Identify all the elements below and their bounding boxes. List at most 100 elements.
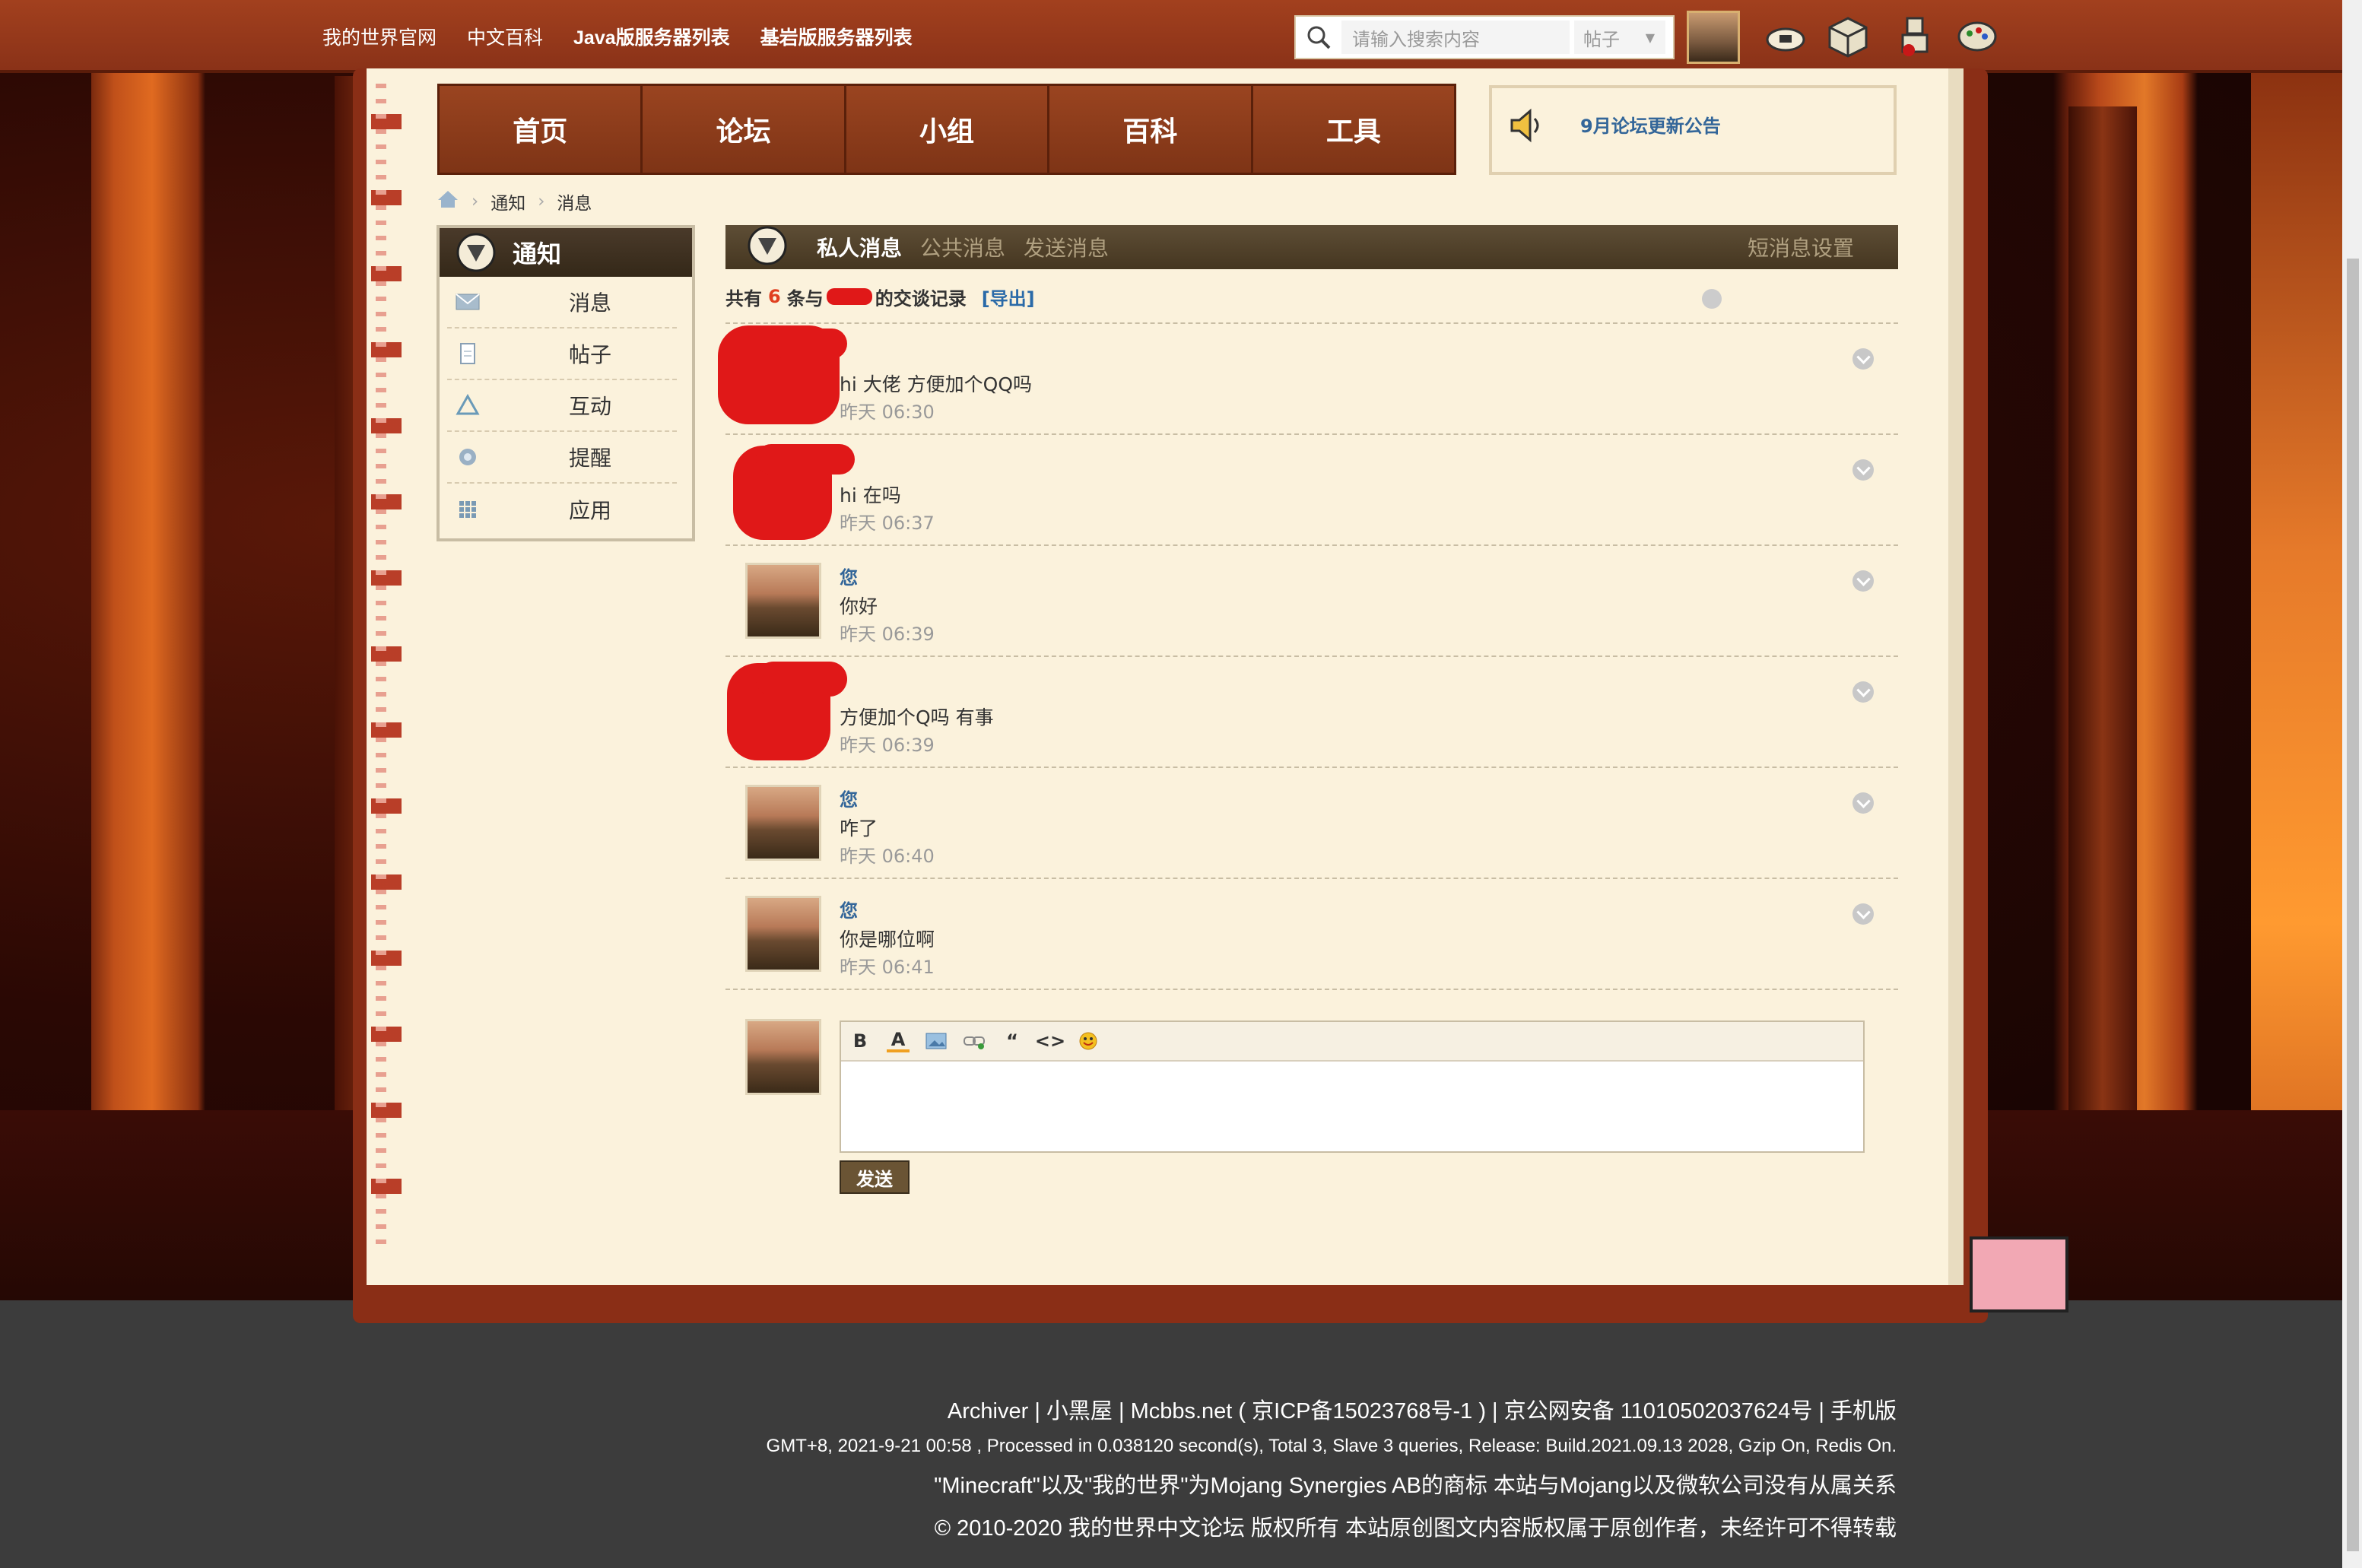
- message-sender[interactable]: 您: [840, 563, 858, 589]
- font-color-icon[interactable]: A: [887, 1029, 910, 1052]
- tab-send-message[interactable]: 发送消息: [1024, 232, 1109, 262]
- link-wiki[interactable]: 中文百科: [467, 23, 543, 50]
- avatar[interactable]: [745, 785, 821, 861]
- sidebar-item-label: 帖子: [569, 342, 612, 367]
- footer-links[interactable]: Archiver | 小黑屋 | Mcbbs.net ( 京ICP备150237…: [767, 1393, 1897, 1425]
- tab-private-messages[interactable]: 私人消息: [817, 232, 902, 262]
- gear-icon: [455, 446, 481, 468]
- sidebar-item-interactions[interactable]: 互动: [447, 380, 677, 432]
- user-profile-icon[interactable]: [1892, 14, 1938, 59]
- message-text: 咋了: [840, 817, 878, 840]
- message-menu-icon[interactable]: [1852, 681, 1874, 703]
- message-text: 方便加个Q吗 有事: [840, 706, 994, 728]
- scrollbar-thumb[interactable]: [2347, 259, 2359, 1551]
- link-java-servers[interactable]: Java版服务器列表: [573, 23, 730, 50]
- export-link[interactable]: [导出]: [982, 284, 1035, 310]
- nav-tab-groups[interactable]: 小组: [846, 86, 1050, 173]
- message-settings-link[interactable]: 短消息设置: [1748, 232, 1854, 262]
- message-time: 昨天 06:39: [840, 735, 935, 756]
- announcement-link[interactable]: 9月论坛更新公告: [1580, 111, 1721, 138]
- breadcrumb-separator: ›: [538, 192, 545, 211]
- summary-mid: 条与: [786, 287, 824, 309]
- crafting-table-icon[interactable]: [1825, 14, 1871, 59]
- sidebar-item-apps[interactable]: 应用: [447, 484, 677, 535]
- reply-editor: B A “ <>: [840, 1020, 1865, 1153]
- grid-icon: [455, 498, 481, 521]
- link-icon[interactable]: [963, 1030, 986, 1052]
- sidebar-item-label: 互动: [569, 394, 612, 419]
- redaction-mark: [756, 444, 855, 475]
- pig-sprite: [1970, 1236, 2068, 1312]
- divider: [725, 989, 1898, 990]
- nav-tab-tools[interactable]: 工具: [1252, 86, 1455, 173]
- speaker-icon: [1507, 106, 1545, 144]
- message-menu-icon[interactable]: [1852, 792, 1874, 814]
- sidebar-item-messages[interactable]: 消息: [447, 277, 677, 329]
- notification-logo-icon: [741, 221, 794, 267]
- breadcrumb-separator: ›: [471, 192, 479, 211]
- message-menu-icon[interactable]: [1852, 570, 1874, 592]
- message-textarea[interactable]: [841, 1062, 1863, 1151]
- message-item: hi 在吗 昨天 06:37: [725, 433, 1898, 544]
- message-text: 你好: [840, 595, 878, 617]
- message-sender[interactable]: 您: [840, 785, 858, 811]
- nav-tab-forum[interactable]: 论坛: [643, 86, 846, 173]
- search-icon[interactable]: [1296, 17, 1341, 58]
- footer-text: Archiver | 小黑屋 | Mcbbs.net ( 京ICP备150237…: [767, 1393, 1897, 1553]
- search-type-select[interactable]: 帖子 ▼: [1574, 21, 1665, 54]
- message-text: 你是哪位啊: [840, 928, 935, 951]
- message-menu-icon[interactable]: [1852, 903, 1874, 925]
- scrollbar[interactable]: [2342, 0, 2362, 1568]
- nav-tab-wiki[interactable]: 百科: [1049, 86, 1253, 173]
- message-tabs-bar: 私人消息 公共消息 发送消息 短消息设置: [725, 225, 1898, 269]
- bold-icon[interactable]: B: [849, 1030, 871, 1052]
- quote-icon[interactable]: “: [1001, 1030, 1024, 1052]
- home-icon[interactable]: [437, 189, 459, 214]
- sidebar-item-reminders[interactable]: 提醒: [447, 432, 677, 484]
- sidebar-item-posts[interactable]: 帖子: [447, 329, 677, 380]
- message-item: 您 咋了 昨天 06:40: [725, 767, 1898, 878]
- footer-trademark: "Minecraft"以及"我的世界"为Mojang Synergies AB的…: [934, 1474, 1897, 1498]
- message-time: 昨天 06:40: [840, 846, 935, 867]
- message-item: 您 你是哪位啊 昨天 06:41: [725, 878, 1898, 989]
- message-sender[interactable]: 您: [840, 896, 858, 922]
- redaction-mark: [771, 329, 847, 359]
- message-menu-icon[interactable]: [1852, 348, 1874, 370]
- message-count: 6: [768, 286, 781, 307]
- announcement-box: 9月论坛更新公告: [1489, 85, 1897, 175]
- avatar[interactable]: [745, 563, 821, 639]
- envelope-icon: [455, 290, 481, 313]
- message-icon[interactable]: [1763, 14, 1808, 59]
- editor-toolbar: B A “ <>: [841, 1022, 1863, 1062]
- message-menu-icon[interactable]: [1852, 459, 1874, 481]
- link-bedrock-servers[interactable]: 基岩版服务器列表: [760, 23, 913, 50]
- breadcrumb-notifications[interactable]: 通知: [490, 189, 525, 214]
- collapse-icon[interactable]: [1702, 289, 1722, 309]
- breadcrumb: › 通知 › 消息: [437, 189, 592, 214]
- link-minecraft-official[interactable]: 我的世界官网: [322, 23, 437, 50]
- footer-copyright: © 2010-2020 我的世界中文论坛 版权所有 本站原创图文内容版权属于原创…: [934, 1516, 1897, 1541]
- search-type-label: 帖子: [1583, 28, 1620, 50]
- notification-logo-icon: [453, 231, 499, 274]
- redacted-username: [826, 288, 872, 305]
- nav-tab-home[interactable]: 首页: [440, 86, 643, 173]
- summary-prefix: 共有: [725, 287, 762, 309]
- user-avatar[interactable]: [1687, 11, 1740, 64]
- send-button[interactable]: 发送: [840, 1160, 910, 1194]
- emoji-icon[interactable]: [1077, 1030, 1100, 1052]
- image-icon[interactable]: [925, 1030, 948, 1052]
- palette-icon[interactable]: [1954, 14, 2000, 59]
- avatar[interactable]: [745, 896, 821, 972]
- lava-fall: [2251, 61, 2342, 1293]
- message-time: 昨天 06:37: [840, 513, 935, 534]
- sidebar-item-label: 应用: [569, 498, 612, 523]
- message-time: 昨天 06:41: [840, 957, 935, 978]
- code-icon[interactable]: <>: [1035, 1030, 1065, 1052]
- search-input[interactable]: 请输入搜索内容: [1341, 21, 1570, 54]
- conversation-summary: 共有 6 条与 的交谈记录 [导出]: [725, 281, 1722, 312]
- message-item: 方便加个Q吗 有事 昨天 06:39: [725, 655, 1898, 767]
- recycle-icon: [455, 393, 481, 417]
- tab-public-messages[interactable]: 公共消息: [920, 232, 1005, 262]
- sidebar-item-label: 消息: [569, 290, 612, 316]
- summary-suffix: 的交谈记录: [875, 287, 967, 309]
